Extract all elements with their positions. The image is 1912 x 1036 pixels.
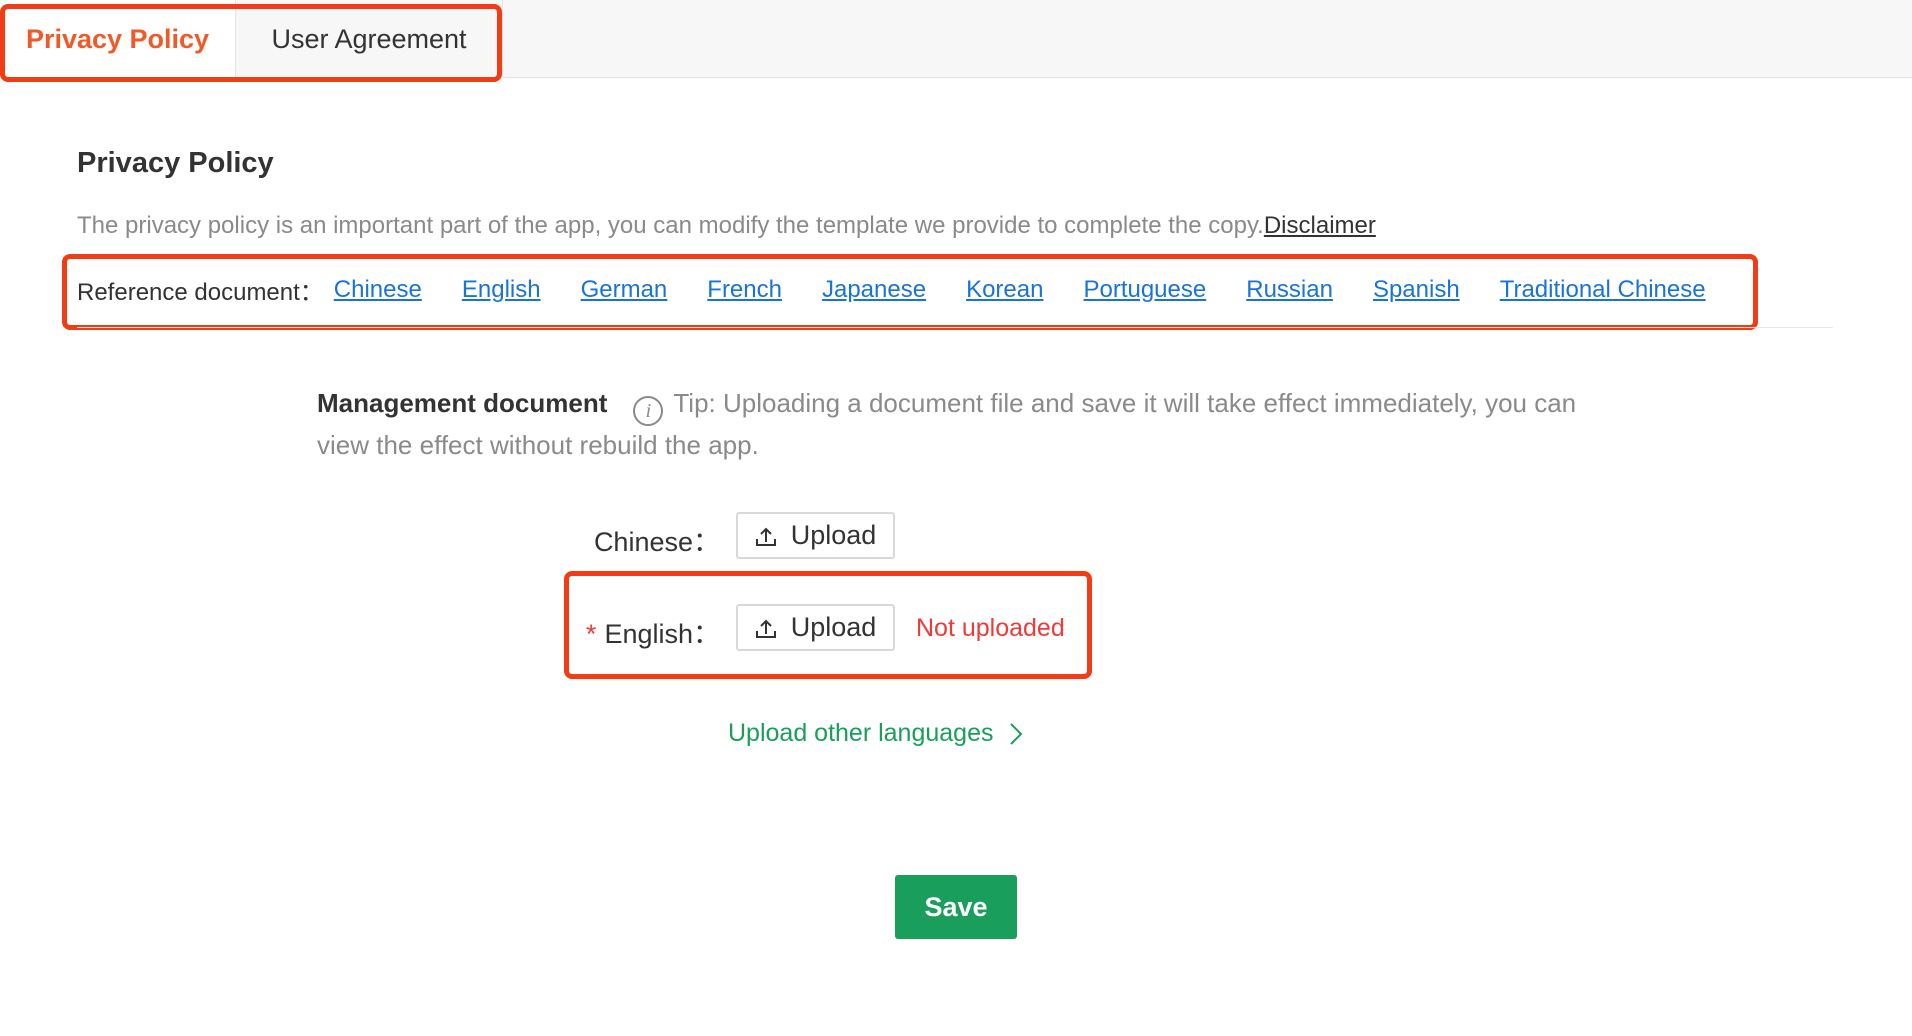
save-button[interactable]: Save bbox=[895, 875, 1017, 939]
chevron-right-icon bbox=[1010, 722, 1023, 745]
tabs-highlight-box bbox=[0, 4, 502, 82]
upload-other-label: Upload other languages bbox=[728, 719, 994, 747]
english-highlight-box bbox=[564, 571, 1092, 679]
upload-icon bbox=[755, 527, 776, 546]
chinese-upload-label: Chinese： bbox=[593, 527, 720, 557]
management-title: Management document bbox=[317, 388, 608, 418]
upload-button-label: Upload bbox=[790, 520, 877, 550]
page-title: Privacy Policy bbox=[77, 147, 274, 179]
policy-description: The privacy policy is an important part … bbox=[77, 212, 1376, 240]
upload-other-languages-link[interactable]: Upload other languages bbox=[728, 719, 1023, 748]
reference-highlight-box bbox=[62, 254, 1758, 330]
management-document: Management document i Tip: Uploading a doc… bbox=[317, 384, 1607, 464]
divider bbox=[77, 327, 1833, 328]
chinese-upload-button[interactable]: Upload bbox=[736, 512, 895, 559]
disclaimer-link[interactable]: Disclaimer bbox=[1264, 212, 1376, 239]
info-icon: i bbox=[633, 396, 664, 426]
description-text: The privacy policy is an important part … bbox=[77, 212, 1264, 239]
